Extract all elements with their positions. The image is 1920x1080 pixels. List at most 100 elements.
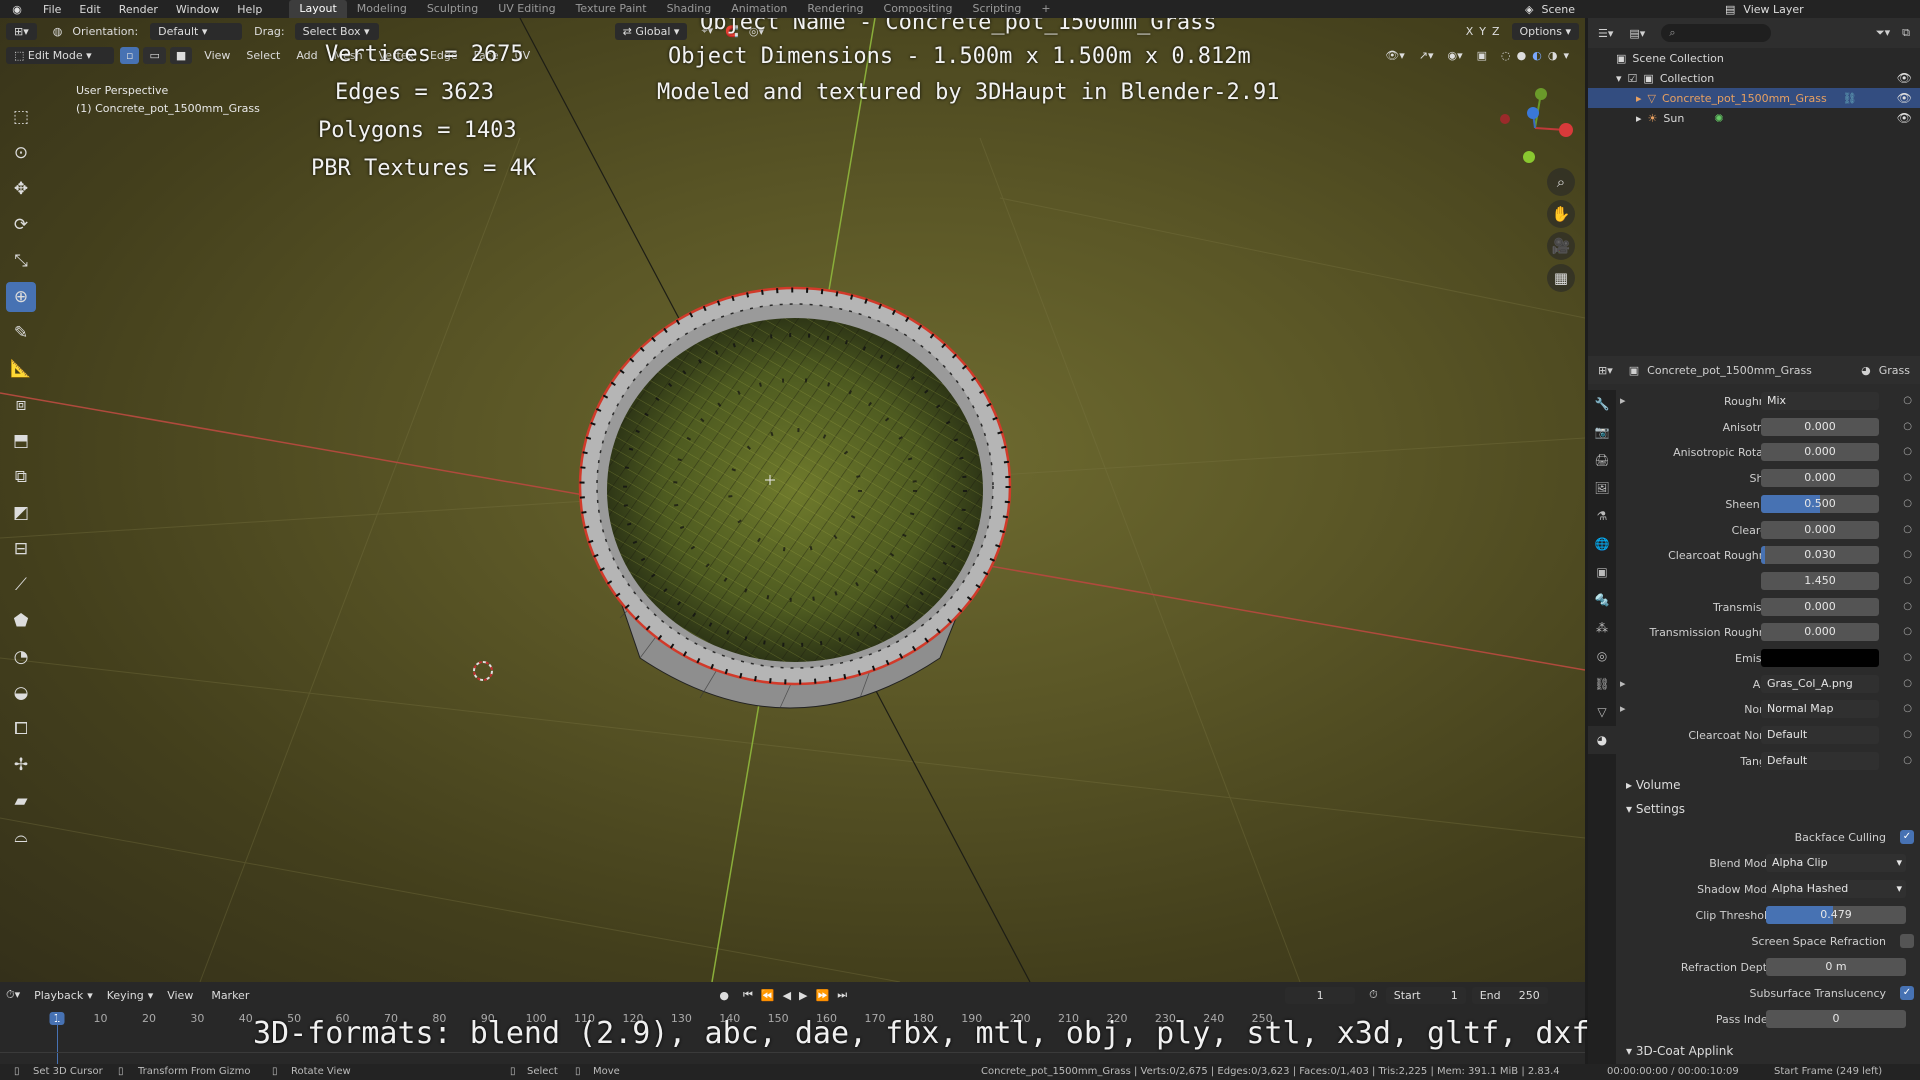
keyframe-dot-icon[interactable]: ○ [1903,498,1912,509]
edge-select-toggle[interactable]: ▭ [143,46,166,64]
prop-field[interactable] [1761,649,1879,667]
menu-keying[interactable]: Keying [107,989,144,1002]
expand-arrow-icon[interactable]: ▸ [1620,702,1626,715]
expand-arrow-icon[interactable]: ▸ [1620,394,1626,407]
scene-tab-icon[interactable]: ⚗ [1588,502,1616,530]
sss-checkbox[interactable]: ✓ [1900,986,1914,1000]
3d-viewport[interactable]: ⊞▾ ◍ Orientation: Default ▾ Drag: Select… [0,18,1585,982]
playhead-line[interactable] [57,1012,58,1066]
ortho-grid-icon[interactable]: ▦ [1547,264,1575,292]
prop-field[interactable]: 0.000 [1761,623,1879,642]
keyframe-dot-icon[interactable]: ○ [1903,729,1912,740]
prop-field[interactable]: Default [1761,726,1879,745]
checkbox-icon[interactable]: ☑ [1628,72,1638,85]
tab-compositing[interactable]: Compositing [874,0,963,18]
prop-field[interactable]: 0.500 [1761,494,1879,513]
add-cube-tool-icon[interactable]: ⧈ [6,390,36,420]
keyframe-dot-icon[interactable]: ○ [1903,395,1912,406]
prop-field[interactable]: 0.000 [1761,469,1879,488]
physics-tab-icon[interactable]: ◎ [1588,642,1616,670]
tab-texture-paint[interactable]: Texture Paint [566,0,657,18]
section-settings[interactable]: ▾ Settings [1616,798,1920,820]
constraints-tab-icon[interactable]: ⛓ [1588,670,1616,698]
editor-type-dropdown[interactable]: ⊞▾ [6,22,37,40]
select-box-tool-icon[interactable]: ⬚ [6,102,36,132]
keyframe-dot-icon[interactable]: ○ [1903,755,1912,766]
scale-tool-icon[interactable]: ⤡ [6,246,36,276]
keyframe-dot-icon[interactable]: ○ [1903,626,1912,637]
vertex-select-toggle[interactable]: ▫ [120,46,140,64]
camera-view-icon[interactable]: 🎥 [1547,232,1575,260]
properties-editor-icon[interactable]: ⊞▾ [1598,364,1613,377]
orientation-gizmo-icon[interactable]: ◍ [53,25,63,38]
play-reverse-icon[interactable]: ◀ [783,989,791,1002]
drag-dropdown[interactable]: Select Box ▾ [294,22,379,40]
tab-modeling[interactable]: Modeling [347,0,417,18]
inset-tool-icon[interactable]: ⧉ [6,462,36,492]
cursor-tool-icon[interactable]: ⊙ [6,138,36,168]
section-3dcoat[interactable]: ▾ 3D-Coat Applink [1616,1040,1920,1062]
outliner-item-pot[interactable]: ▸ ▽ Concrete_pot_1500mm_Grass ⛓ 👁 [1588,88,1920,108]
outliner-scene-collection[interactable]: ▣ Scene Collection [1588,48,1920,68]
knife-tool-icon[interactable]: ⟋ [6,570,36,600]
menu-file[interactable]: File [34,3,70,16]
record-icon[interactable]: ● [719,989,729,1002]
prop-field[interactable]: 0.000 [1761,417,1879,436]
scene-selector[interactable]: ◈ Scene [1525,0,1575,18]
zoom-icon[interactable]: ⌕ [1547,168,1575,196]
view-layer-tab-icon[interactable]: 🖼 [1588,474,1616,502]
extrude-tool-icon[interactable]: ⬒ [6,426,36,456]
outliner-item-collection[interactable]: ▾ ☑ ▣ Collection 👁 [1588,68,1920,88]
tab-animation[interactable]: Animation [721,0,797,18]
data-tab-icon[interactable]: ▽ [1588,698,1616,726]
keyframe-dot-icon[interactable]: ○ [1903,575,1912,586]
display-mode-icon[interactable]: ▤▾ [1629,27,1645,40]
keyframe-dot-icon[interactable]: ○ [1903,601,1912,612]
smooth-tool-icon[interactable]: ◒ [6,678,36,708]
outliner-search-field[interactable]: ⌕ [1661,24,1772,42]
mirror-z-toggle[interactable]: Z [1492,25,1500,38]
prop-field[interactable]: Normal Map [1761,700,1879,719]
solid-shading-icon[interactable]: ● [1517,49,1527,62]
eye-icon[interactable]: 👁 [1897,71,1912,85]
gizmo-toggle-icon[interactable]: ↗▾ [1419,49,1434,62]
menu-window[interactable]: Window [167,3,228,16]
prop-field[interactable]: 0.000 [1761,443,1879,462]
orientation-dropdown[interactable]: Default ▾ [150,22,243,40]
expand-arrow-icon[interactable]: ▸ [1620,677,1626,690]
keyframe-dot-icon[interactable]: ○ [1903,524,1912,535]
blend-mode-dropdown[interactable]: Alpha Clip ▾ [1766,854,1906,872]
render-tab-icon[interactable]: 📷 [1588,418,1616,446]
wireframe-shading-icon[interactable]: ◌ [1501,49,1511,62]
menu-timeline-view[interactable]: View [167,989,193,1002]
view-layer-selector[interactable]: ▤ View Layer [1725,0,1804,18]
overlay-toggle-icon[interactable]: ◉▾ [1448,49,1463,62]
jump-end-icon[interactable]: ⏭ [837,988,847,1002]
start-frame-field[interactable]: Start 1 [1385,986,1466,1004]
xray-toggle-icon[interactable]: ▣ [1477,49,1487,62]
expand-arrow-icon[interactable]: ▸ [1636,112,1642,125]
clip-threshold-slider[interactable]: 0.479 [1766,906,1906,924]
material-tab-icon[interactable]: ◕ [1588,726,1616,754]
play-icon[interactable]: ▶ [799,989,807,1002]
tab-rendering[interactable]: Rendering [797,0,873,18]
shading-options-icon[interactable]: ▾ [1563,49,1569,62]
poly-build-tool-icon[interactable]: ⬟ [6,606,36,636]
world-tab-icon[interactable]: 🌐 [1588,530,1616,558]
shear-tool-icon[interactable]: ▰ [6,786,36,816]
keyframe-dot-icon[interactable]: ○ [1903,421,1912,432]
rendered-shading-icon[interactable]: ◑ [1548,49,1558,62]
keyframe-dot-icon[interactable]: ○ [1903,652,1912,663]
pass-index-field[interactable]: 0 [1766,1010,1906,1028]
section-volume[interactable]: ▸ Volume [1616,774,1920,796]
expand-arrow-icon[interactable]: ▾ [1616,72,1622,85]
loop-cut-tool-icon[interactable]: ⊟ [6,534,36,564]
output-tab-icon[interactable]: 🖨 [1588,446,1616,474]
clock-icon[interactable]: ⏱ [1369,988,1378,1002]
timeline-editor-icon[interactable]: ⏱▾ [6,988,20,1002]
visibility-icon[interactable]: 👁▾ [1385,49,1405,62]
prop-field[interactable]: 0.000 [1761,520,1879,539]
add-workspace-icon[interactable]: + [1031,0,1060,18]
menu-edit[interactable]: Edit [70,3,109,16]
keyframe-dot-icon[interactable]: ○ [1903,446,1912,457]
